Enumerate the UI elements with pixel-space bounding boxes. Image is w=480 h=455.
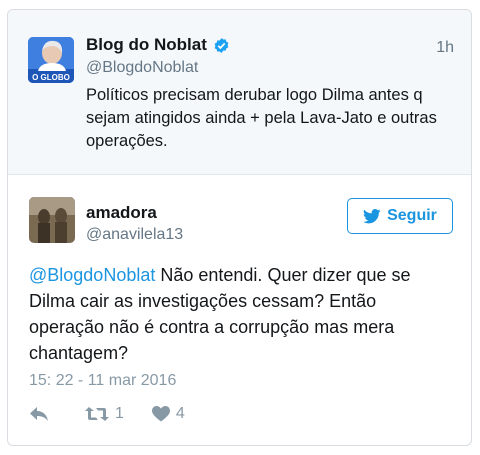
reply-action[interactable] [29,406,49,422]
retweet-icon [85,407,109,421]
blog-do-noblat-avatar[interactable]: O GLOBO [28,37,74,83]
quoted-handle[interactable]: @BlogdoNoblat [86,59,198,77]
quoted-display-name[interactable]: Blog do Noblat [86,35,207,55]
avatar-logo-text: O GLOBO [32,73,70,82]
retweet-count: 1 [115,405,124,422]
mention-link[interactable]: @BlogdoNoblat [29,265,155,285]
action-bar: 1 4 [29,405,185,423]
quoted-author[interactable]: Blog do Noblat [86,35,230,55]
verified-badge-icon [214,37,229,53]
reply-handle[interactable]: @anavilela13 [86,226,183,244]
tweet-card: O GLOBO Blog do Noblat @BlogdoNoblat 1h … [7,9,472,446]
like-action[interactable]: 4 [151,405,185,423]
reply-tweet-text: @BlogdoNoblat Não entendi. Quer dizer qu… [29,262,449,366]
reply-timestamp[interactable]: 15: 22 - 11 mar 2016 [29,372,176,390]
reply-icon [30,407,48,421]
retweet-action[interactable]: 1 [85,405,124,423]
amadora-avatar[interactable] [29,197,75,243]
follow-button[interactable]: Seguir [347,198,453,234]
reply-display-name[interactable]: amadora [86,203,157,223]
quoted-tweet-text: Políticos precisam derubar logo Dilma an… [86,86,437,150]
quoted-timestamp[interactable]: 1h [436,39,454,57]
heart-icon [151,406,170,422]
follow-button-label: Seguir [387,207,437,224]
twitter-bird-icon [363,208,381,223]
quoted-tweet[interactable]: O GLOBO Blog do Noblat @BlogdoNoblat 1h … [8,10,471,175]
like-count: 4 [175,405,185,422]
